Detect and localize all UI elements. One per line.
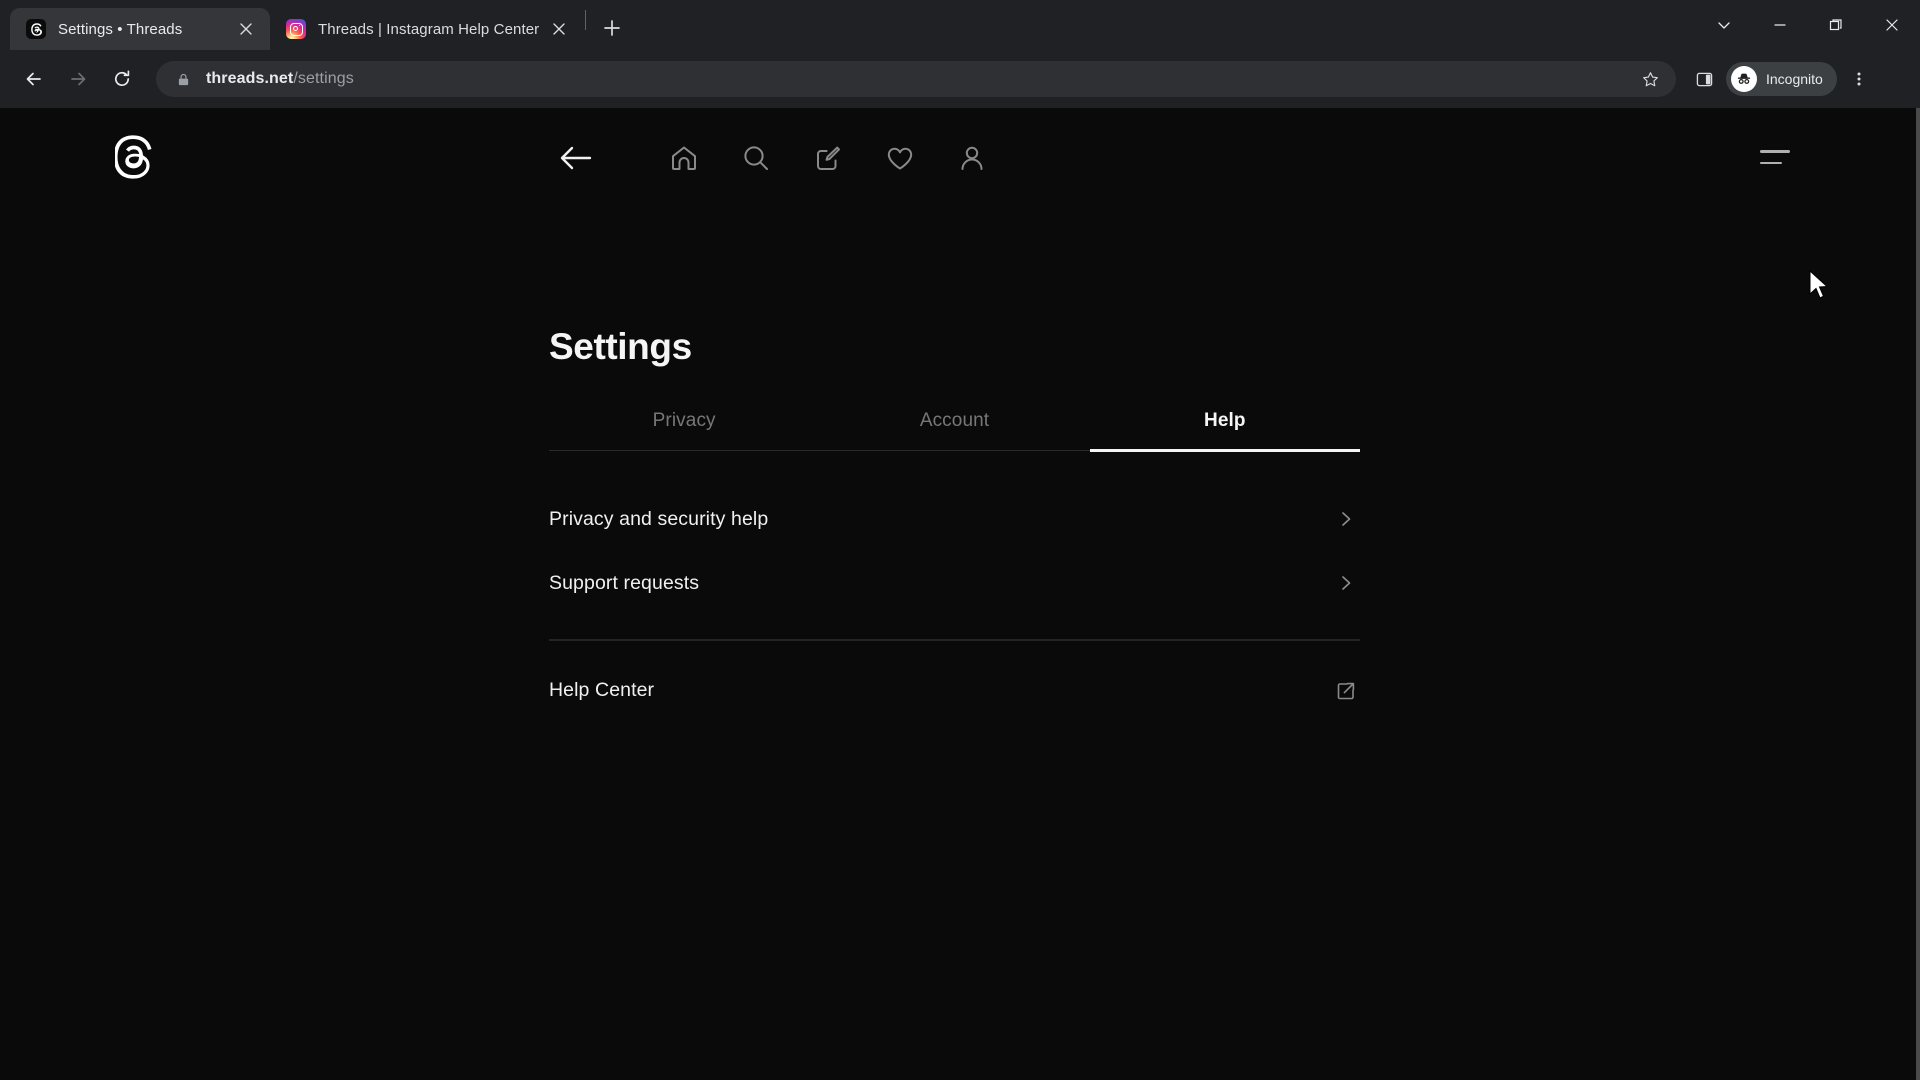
tab-title: Threads | Instagram Help Center: [318, 20, 540, 38]
page-back-arrow-icon[interactable]: [540, 126, 612, 190]
minimize-icon[interactable]: [1752, 5, 1808, 45]
tab-separator: [585, 10, 587, 30]
window-controls: [1696, 0, 1920, 50]
external-link-icon: [1334, 679, 1358, 703]
new-tab-button[interactable]: [594, 10, 630, 46]
hamburger-menu-icon[interactable]: [1760, 142, 1798, 172]
tab-privacy[interactable]: Privacy: [549, 396, 819, 450]
tab-help[interactable]: Help: [1089, 396, 1361, 452]
threads-favicon: [26, 19, 46, 39]
close-window-icon[interactable]: [1864, 5, 1920, 45]
back-button[interactable]: [14, 59, 54, 99]
url-path: /settings: [293, 70, 354, 87]
list-item-label: Support requests: [549, 571, 700, 594]
forward-button[interactable]: [58, 59, 98, 99]
list-item-label: Privacy and security help: [549, 507, 769, 530]
nav-heart-icon[interactable]: [864, 126, 936, 190]
list-item-help-center[interactable]: Help Center: [549, 659, 1360, 723]
address-bar[interactable]: threads.net/settings: [156, 61, 1676, 97]
bookmark-star-icon[interactable]: [1636, 65, 1664, 93]
incognito-profile-chip[interactable]: Incognito: [1726, 62, 1837, 96]
maximize-icon[interactable]: [1808, 5, 1864, 45]
chevron-right-icon: [1334, 507, 1358, 531]
chrome-menu-icon[interactable]: [1841, 61, 1877, 97]
browser-tab-0[interactable]: Settings • Threads: [10, 8, 270, 50]
mouse-cursor: [1809, 270, 1829, 299]
tab-account[interactable]: Account: [819, 396, 1089, 450]
threads-nav-center: [540, 126, 1008, 190]
section-divider: [549, 639, 1360, 641]
settings-content: Settings Privacy Account Help Privacy an…: [549, 326, 1361, 723]
browser-window: Settings • Threads Threads | Instagram H…: [0, 0, 1920, 1080]
page-title: Settings: [549, 326, 692, 367]
url-host: threads.net: [206, 70, 294, 87]
close-tab-icon[interactable]: [547, 17, 571, 41]
reload-button[interactable]: [102, 59, 142, 99]
hamburger-bar-top: [1760, 149, 1790, 153]
nav-home-icon[interactable]: [648, 126, 720, 190]
toolbar-right-actions: Incognito: [1686, 61, 1877, 97]
close-tab-icon[interactable]: [234, 17, 258, 41]
browser-toolbar: threads.net/settings Incognito: [0, 50, 1920, 108]
incognito-label: Incognito: [1766, 71, 1823, 87]
chevron-right-icon: [1334, 571, 1358, 595]
page-viewport: Settings Privacy Account Help Privacy an…: [0, 108, 1920, 1080]
settings-tabs: Privacy Account Help: [549, 396, 1361, 452]
lock-icon: [174, 70, 192, 88]
instagram-favicon: [286, 19, 306, 39]
tab-title: Settings • Threads: [58, 20, 183, 38]
side-panel-icon[interactable]: [1686, 61, 1722, 97]
tab-search-chevron-icon[interactable]: [1696, 5, 1752, 45]
url-text: threads.net/settings: [206, 70, 1630, 88]
threads-top-nav: [0, 108, 1916, 208]
help-list: Privacy and security help Support reques…: [549, 487, 1360, 723]
nav-search-icon[interactable]: [720, 126, 792, 190]
browser-tab-1[interactable]: Threads | Instagram Help Center: [270, 8, 583, 50]
nav-compose-icon[interactable]: [792, 126, 864, 190]
nav-profile-icon[interactable]: [936, 126, 1008, 190]
list-item-support-requests[interactable]: Support requests: [549, 551, 1360, 615]
list-item-privacy-and-security-help[interactable]: Privacy and security help: [549, 487, 1360, 551]
threads-logo-icon[interactable]: [108, 130, 162, 184]
hamburger-bar-bottom: [1760, 161, 1782, 165]
tab-strip: Settings • Threads Threads | Instagram H…: [0, 0, 1920, 50]
list-item-label: Help Center: [549, 679, 655, 701]
incognito-icon: [1731, 66, 1757, 92]
